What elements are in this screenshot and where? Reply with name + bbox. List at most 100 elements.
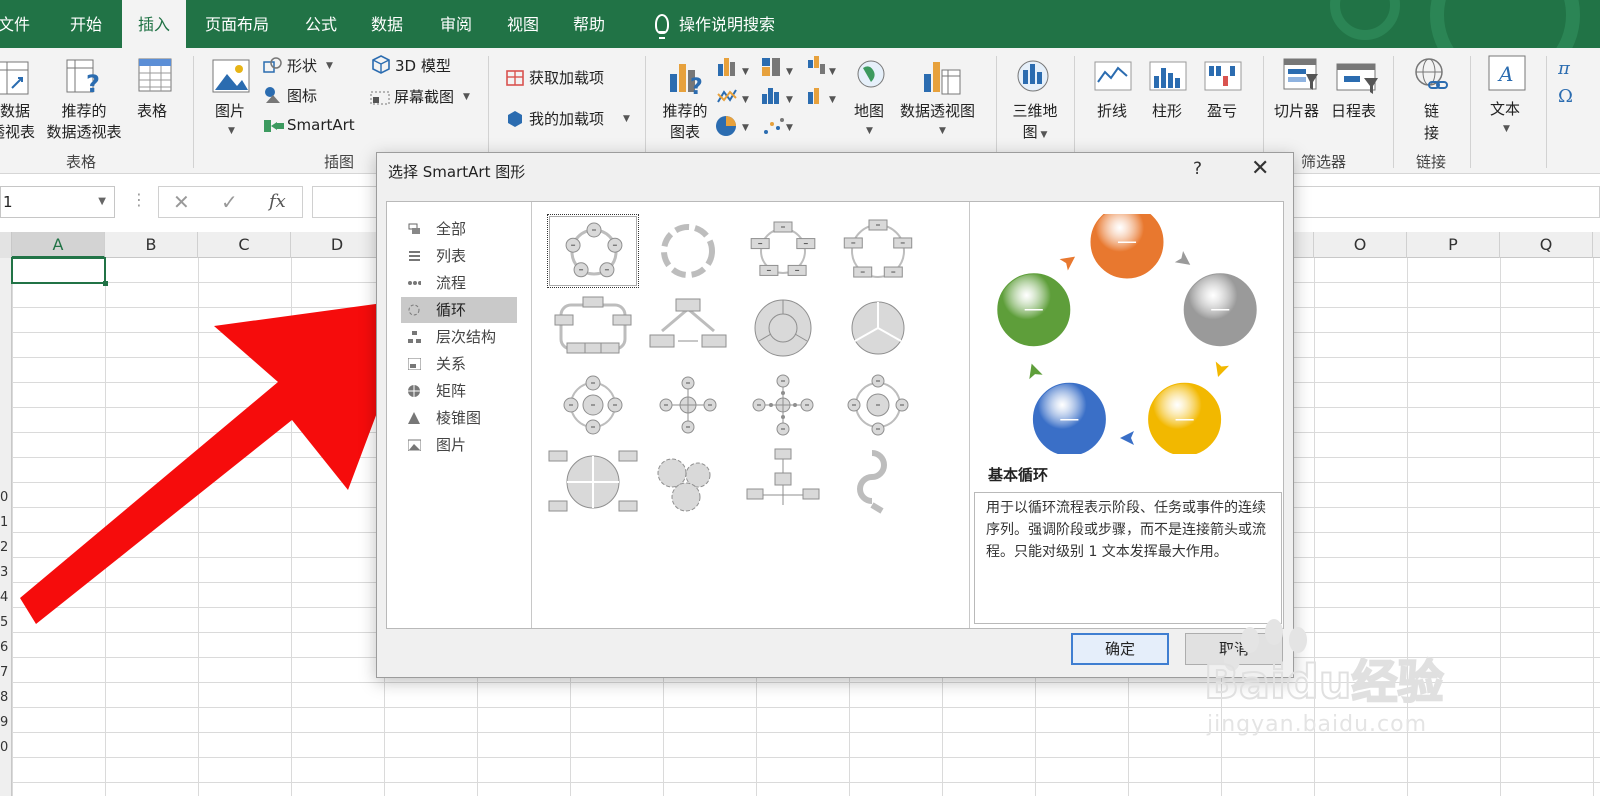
column-header[interactable]: A (12, 232, 105, 258)
name-box[interactable]: 1 ▼ (0, 186, 115, 218)
timeline-icon (1336, 63, 1378, 94)
smartart-dialog: 选择 SmartArt 图形 ? ✕ 全部 列表 流程 循环 层次结构 关系 矩阵 棱锥图 图片… (376, 152, 1294, 678)
link-icon (1415, 58, 1448, 89)
layout-thumbnail[interactable] (832, 214, 924, 288)
layout-thumbnail[interactable] (547, 368, 639, 442)
layout-thumbnail[interactable] (642, 214, 734, 288)
map-3d-button[interactable]: 三维地图 ▼ (1010, 100, 1060, 142)
icons-button[interactable]: 图标 (287, 85, 317, 106)
sparkline-line-button[interactable]: 折线 (1097, 100, 1127, 121)
column-header[interactable]: D (291, 232, 384, 258)
column-header[interactable]: B (105, 232, 198, 258)
slicer-button[interactable]: 切片器 (1274, 100, 1319, 121)
table-icon (138, 58, 172, 92)
tab-3[interactable]: 页面布局 (205, 0, 269, 48)
tab-7[interactable]: 视图 (507, 0, 539, 48)
group-label-filters: 筛选器 (1301, 153, 1347, 171)
layout-thumbnail[interactable] (737, 291, 829, 365)
layout-thumbnail[interactable] (737, 214, 829, 288)
model-3d-button[interactable]: 3D 模型 (395, 55, 451, 76)
layout-thumbnail-graphic (752, 374, 814, 436)
column-header[interactable]: Q (1500, 232, 1593, 258)
tab-5[interactable]: 数据 (371, 0, 403, 48)
row-header[interactable]: 0 (0, 740, 8, 755)
tab-8[interactable]: 帮助 (573, 0, 605, 48)
row-header[interactable]: 8 (0, 690, 8, 705)
picture-button[interactable]: 图片 (215, 100, 245, 121)
layout-thumbnail-graphic (847, 374, 909, 436)
my-addins-button[interactable]: 我的加载项 (529, 108, 604, 129)
tell-me-search[interactable]: 操作说明搜索 (679, 0, 775, 48)
layout-thumbnail[interactable] (832, 291, 924, 365)
ok-button[interactable]: 确定 (1071, 633, 1169, 665)
recommended-pivot-button[interactable]: 推荐的 数据透视表 (42, 100, 126, 142)
layout-thumbnail[interactable] (547, 291, 639, 365)
layout-thumbnail-graphic (554, 296, 632, 354)
screenshot-button[interactable]: 屏幕截图 (394, 86, 454, 107)
recommended-charts-button[interactable]: 推荐的 图表 (661, 100, 709, 142)
row-header[interactable]: 7 (0, 665, 8, 680)
close-button[interactable]: ✕ (1251, 156, 1269, 181)
layout-thumbnail[interactable] (737, 445, 829, 519)
tab-1[interactable]: 开始 (70, 0, 102, 48)
category-list: 全部 列表 流程 循环 层次结构关系矩阵 棱锥图 图片 (387, 202, 532, 628)
timeline-button[interactable]: 日程表 (1331, 100, 1376, 121)
layout-thumbnail[interactable] (832, 368, 924, 442)
layout-thumbnail[interactable] (642, 445, 734, 519)
layout-thumbnail[interactable] (737, 368, 829, 442)
category-item[interactable]: 关系 (401, 351, 517, 377)
category-label: 关系 (436, 355, 467, 373)
category-item[interactable]: 图片 (401, 432, 517, 458)
tab-0[interactable]: 文件 (0, 0, 30, 48)
active-cell-a1[interactable] (11, 257, 108, 286)
matrix-icon (408, 385, 420, 397)
sparkline-winloss-button[interactable]: 盈亏 (1207, 100, 1237, 121)
drag-handle-icon[interactable]: ⋮ (131, 190, 147, 209)
icons-icon (265, 87, 280, 103)
category-item[interactable]: 棱锥图 (401, 405, 517, 431)
svg-text:▼: ▼ (742, 95, 749, 105)
select-all-corner[interactable] (0, 232, 12, 258)
tab-2[interactable]: 插入 (122, 0, 187, 48)
sparkline-column-button[interactable]: 柱形 (1152, 100, 1182, 121)
table-button[interactable]: 表格 (137, 100, 167, 121)
text-button[interactable]: 文本 (1490, 98, 1520, 119)
sparkline-column-icon (1149, 61, 1187, 91)
shapes-button[interactable]: 形状 (287, 55, 317, 76)
layout-basic-cycle[interactable] (547, 214, 639, 288)
help-button[interactable]: ? (1193, 159, 1202, 179)
row-header[interactable]: 9 (0, 715, 8, 730)
smartart-button[interactable]: SmartArt (287, 116, 355, 134)
column-header[interactable]: P (1407, 232, 1500, 258)
column-header[interactable]: O (1314, 232, 1407, 258)
tab-6[interactable]: 审阅 (440, 0, 472, 48)
row-header[interactable]: 6 (0, 640, 8, 655)
category-item[interactable]: 列表 (401, 243, 517, 269)
category-item[interactable]: 流程 (401, 270, 517, 296)
check-icon[interactable]: ✓ (221, 190, 238, 214)
category-item[interactable]: 全部 (401, 216, 517, 242)
map-button[interactable]: 地图 (854, 100, 884, 121)
layout-thumbnail[interactable] (642, 291, 734, 365)
tab-4[interactable]: 公式 (305, 0, 337, 48)
map-icon (857, 60, 885, 88)
layout-thumbnail[interactable] (547, 445, 639, 519)
pivot-chart-button[interactable]: 数据透视图 (900, 100, 975, 121)
link-button[interactable]: 链接 (1424, 100, 1439, 144)
category-item[interactable]: 循环 (401, 297, 517, 323)
hierarchy-icon (408, 331, 421, 343)
layout-thumbnail[interactable] (642, 368, 734, 442)
pivot-table-button[interactable]: 数据透视表 (0, 100, 35, 142)
group-separator (193, 56, 194, 168)
store-icon (506, 70, 524, 86)
layout-thumbnail[interactable] (832, 445, 924, 519)
cancel-icon[interactable]: ✕ (173, 190, 190, 214)
svg-text:Ω: Ω (1558, 86, 1573, 107)
insert-function-icon[interactable]: fx (269, 191, 286, 212)
get-addins-button[interactable]: 获取加载项 (529, 67, 604, 88)
group-label-illustrations: 插图 (324, 153, 355, 171)
category-item[interactable]: 矩阵 (401, 378, 517, 404)
category-item[interactable]: 层次结构 (401, 324, 517, 350)
svg-text:▼: ▼ (829, 95, 836, 105)
column-header[interactable]: C (198, 232, 291, 258)
